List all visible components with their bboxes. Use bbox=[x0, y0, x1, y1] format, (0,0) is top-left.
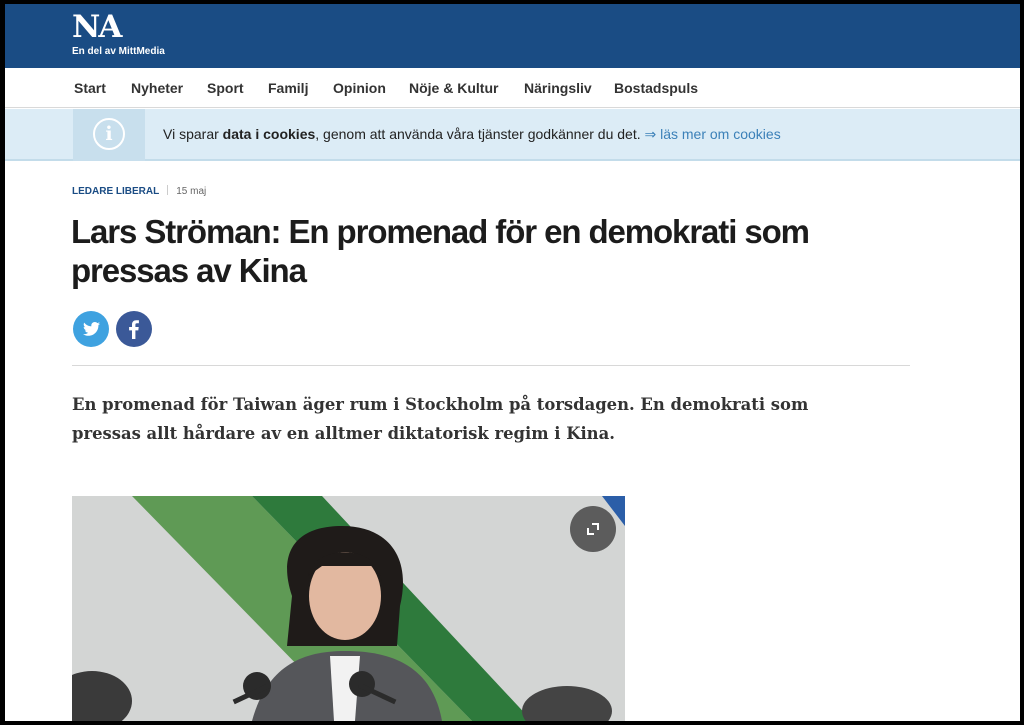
article-lead: En promenad för Taiwan äger rum i Stockh… bbox=[72, 395, 809, 443]
expand-icon bbox=[587, 523, 599, 535]
nav-item-noje-kultur[interactable]: Nöje & Kultur bbox=[409, 80, 498, 96]
article-photo[interactable] bbox=[72, 496, 625, 721]
cookie-text-after: , genom att använda våra tjänster godkän… bbox=[315, 126, 645, 142]
cookie-text-bold: data i cookies bbox=[222, 126, 316, 142]
image-expand-button[interactable] bbox=[570, 506, 616, 552]
browser-page: NA En del av MittMedia Start Nyheter Spo… bbox=[5, 4, 1020, 721]
main-nav: Start Nyheter Sport Familj Opinion Nöje … bbox=[5, 68, 1020, 108]
nav-item-naringsliv[interactable]: Näringsliv bbox=[524, 80, 592, 96]
facebook-share-button[interactable] bbox=[116, 311, 152, 347]
article-category[interactable]: Ledare Liberal bbox=[72, 186, 159, 197]
site-header: NA En del av MittMedia bbox=[5, 4, 1020, 68]
nav-item-familj[interactable]: Familj bbox=[268, 80, 308, 96]
nav-item-start[interactable]: Start bbox=[74, 80, 106, 96]
nav-item-sport[interactable]: Sport bbox=[207, 80, 244, 96]
cookie-icon-box: i bbox=[73, 109, 145, 161]
twitter-icon bbox=[83, 322, 101, 336]
site-tagline: En del av MittMedia bbox=[72, 46, 165, 57]
header-divider bbox=[72, 365, 910, 366]
cookie-message: Vi sparar data i cookies, genom att anvä… bbox=[163, 126, 781, 143]
article-headline: Lars Ströman: En promenad för en demokra… bbox=[71, 213, 810, 289]
article-meta: Ledare Liberal 15 maj bbox=[72, 185, 206, 197]
twitter-share-button[interactable] bbox=[73, 311, 109, 347]
site-logo[interactable]: NA bbox=[72, 10, 122, 44]
article-date: 15 maj bbox=[176, 186, 207, 197]
nav-item-bostadspuls[interactable]: Bostadspuls bbox=[614, 80, 698, 96]
cookie-notice: i Vi sparar data i cookies, genom att an… bbox=[5, 109, 1020, 161]
info-icon: i bbox=[93, 118, 125, 150]
meta-divider bbox=[167, 185, 169, 195]
cookie-read-more-link[interactable]: ⇒ läs mer om cookies bbox=[644, 126, 780, 142]
cookie-text-before: Vi sparar bbox=[163, 126, 223, 142]
photo-illustration bbox=[72, 496, 625, 721]
nav-item-opinion[interactable]: Opinion bbox=[333, 80, 386, 96]
facebook-icon bbox=[129, 320, 139, 339]
nav-item-nyheter[interactable]: Nyheter bbox=[131, 80, 183, 96]
